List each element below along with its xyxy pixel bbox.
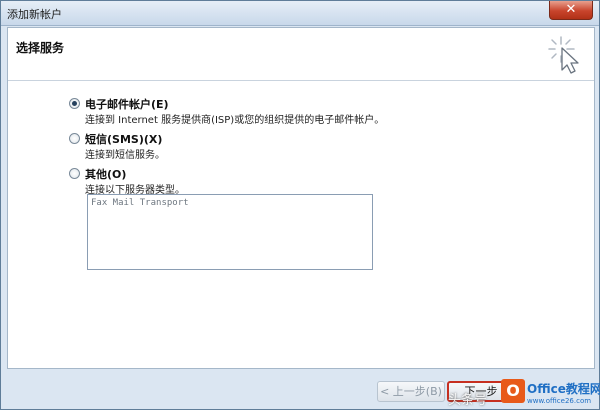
list-item[interactable]: Fax Mail Transport [91, 198, 189, 208]
window-title: 添加新帐户 [7, 8, 62, 21]
close-button[interactable]: ✕ [549, 1, 593, 20]
content-panel: 选择服务 电子邮件帐户(E) 连接到 Internet 服务提供商(ISP)或您… [7, 27, 595, 369]
watermark-text: 头条号 [448, 393, 488, 408]
option-sms-label: 短信(SMS)(X) [85, 133, 163, 146]
option-other-label: 其他(O) [85, 168, 127, 181]
option-email-description: 连接到 Internet 服务提供商(ISP)或您的组织提供的电子邮件帐户。 [85, 115, 385, 126]
wizard-header: 选择服务 [8, 28, 594, 81]
wizard-cursor-icon [548, 36, 579, 74]
radio-email[interactable] [69, 98, 80, 109]
prev-button[interactable]: < 上一步(B) [377, 381, 445, 402]
title-bar: 添加新帐户 ✕ [1, 1, 599, 26]
option-sms-description: 连接到短信服务。 [85, 150, 165, 161]
add-account-dialog: 添加新帐户 ✕ 选择服务 电子邮件帐户(E) 连接到 Internet 服务提供… [0, 0, 600, 410]
office-logo-icon: O [501, 379, 525, 403]
option-email-label: 电子邮件帐户(E) [85, 98, 169, 111]
server-type-list[interactable]: Fax Mail Transport [87, 194, 373, 270]
page-heading: 选择服务 [16, 41, 65, 55]
site-title: Office教程网 [527, 382, 600, 396]
radio-other[interactable] [69, 168, 80, 179]
site-url: www.office26.com [527, 397, 592, 405]
radio-sms[interactable] [69, 133, 80, 144]
